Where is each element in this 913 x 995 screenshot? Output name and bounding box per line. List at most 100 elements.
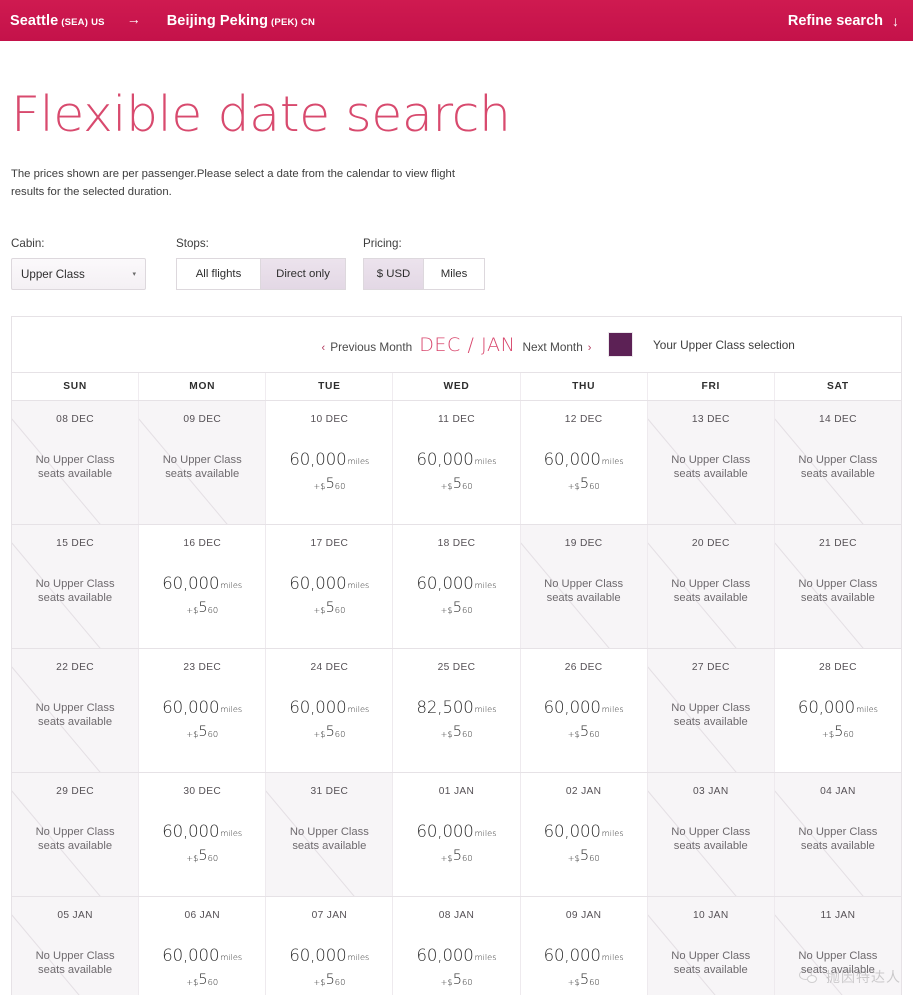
calendar-day-available[interactable]: 18 DEC 60,000miles +$560 [392,525,520,649]
calendar-day-unavailable: 08 DEC No Upper Class seats available [12,401,139,525]
calendar-day-available[interactable]: 17 DEC 60,000miles +$560 [265,525,393,649]
calendar-day-miles: 60,000miles [417,946,497,965]
stops-option-direct-only[interactable]: Direct only [261,258,346,291]
miles-value: 60,000 [797,698,856,718]
calendar-day-taxes: +$560 [544,473,624,492]
calendar-week-row: 29 DEC No Upper Class seats available 30 DE… [12,773,901,898]
miles-value: 60,000 [416,574,474,594]
unavailable-line-1: No Upper Class [798,454,878,467]
calendar-day-price: 60,000miles +$560 [289,946,369,988]
calendar-day-available[interactable]: 30 DEC 60,000miles +$560 [138,773,266,897]
calendar-day-available[interactable]: 16 DEC 60,000miles +$560 [138,525,266,649]
stops-option-all-flights[interactable]: All flights [176,258,261,291]
pricing-option-miles[interactable]: Miles [424,258,485,291]
miles-value: 60,000 [543,822,601,842]
calendar-day-unavailable: 05 JAN No Upper Class seats available [12,897,139,995]
tax-cents: 60 [843,729,854,740]
miles-unit-label: miles [601,828,624,839]
miles-unit-label: miles [220,704,243,715]
page-title: Flexible date search [11,86,511,143]
calendar-day-taxes: +$560 [289,969,369,988]
calendar-day-available[interactable]: 10 DEC 60,000miles +$560 [265,401,393,525]
calendar-day-miles: 60,000miles [162,822,242,841]
calendar-day-price: 60,000miles +$560 [544,946,624,988]
cabin-selected-value: Upper Class [21,267,85,281]
calendar-day-miles: 60,000miles [544,450,624,469]
calendar-day-available[interactable]: 11 DEC 60,000miles +$560 [392,401,520,525]
unavailable-line-2: seats available [38,840,113,853]
calendar-day-unavailable-text: No Upper Class seats available [671,949,750,977]
page-body: Flexible date search The prices shown ar… [0,89,913,995]
calendar-day-unavailable: 14 DEC No Upper Class seats available [773,401,901,525]
calendar-day-available[interactable]: 12 DEC 60,000miles +$560 [519,401,647,525]
calendar-day-date: 01 JAN [438,786,475,798]
calendar-day-available[interactable]: 08 JAN 60,000miles +$560 [392,897,520,995]
calendar-week-row: 22 DEC No Upper Class seats available 23 DE… [12,649,901,774]
calendar-day-date: 11 DEC [437,414,475,426]
calendar-day-date: 11 JAN [820,910,856,922]
calendar-day-miles: 60,000miles [417,450,497,469]
chevron-left-icon: ‹ [321,341,326,354]
filter-controls: Cabin: Upper Class ▾ Stops: All flights … [11,237,902,291]
unavailable-line-2: seats available [165,468,240,481]
miles-unit-label: miles [347,580,370,591]
calendar-day-taxes: +$560 [417,845,497,864]
calendar-day-date: 10 DEC [310,414,349,426]
miles-unit-label: miles [474,828,497,839]
calendar-day-available[interactable]: 26 DEC 60,000miles +$560 [519,649,647,773]
calendar-day-available[interactable]: 06 JAN 60,000miles +$560 [138,897,266,995]
calendar-day-available[interactable]: 09 JAN 60,000miles +$560 [519,897,647,995]
cabin-select[interactable]: Upper Class ▾ [11,258,146,291]
miles-value: 60,000 [289,574,347,594]
calendar-day-unavailable-text: No Upper Class seats available [798,577,877,605]
calendar-day-date: 18 DEC [437,538,476,550]
calendar-day-available[interactable]: 02 JAN 60,000miles +$560 [519,773,647,897]
calendar-week-row: 15 DEC No Upper Class seats available 16 DE… [12,525,901,650]
refine-search-button[interactable]: Refine search ↓ [788,13,899,29]
unavailable-line-2: seats available [673,964,748,977]
previous-month-button[interactable]: ‹ Previous Month [322,340,413,354]
calendar-day-price: 60,000miles +$560 [417,822,497,864]
unavailable-line-2: seats available [800,468,875,481]
pricing-toggle-group: $ USD Miles [363,258,553,291]
calendar-day-taxes: +$560 [162,969,242,988]
calendar-day-available[interactable]: 25 DEC 82,500miles +$560 [392,649,520,773]
calendar-day-date: 07 JAN [311,910,348,922]
tax-cents: 60 [589,977,600,988]
calendar-day-date: 10 JAN [693,910,729,922]
calendar-day-available[interactable]: 01 JAN 60,000miles +$560 [392,773,520,897]
tax-whole: 5 [198,600,208,617]
calendar-day-available[interactable]: 23 DEC 60,000miles +$560 [138,649,266,773]
calendar-day-date: 19 DEC [564,538,603,550]
calendar-day-taxes: +$560 [544,969,624,988]
miles-unit-label: miles [601,456,624,467]
miles-unit-label: miles [474,704,497,715]
calendar-day-date: 21 DEC [819,538,857,550]
unavailable-line-1: No Upper Class [671,702,751,715]
calendar-day-taxes: +$560 [289,597,369,616]
calendar-day-date: 02 JAN [565,786,602,798]
calendar-day-unavailable-text: No Upper Class seats available [290,825,369,853]
calendar-day-price: 60,000miles +$560 [544,698,624,740]
tax-currency: +$ [440,481,453,492]
calendar-day-available[interactable]: 07 JAN 60,000miles +$560 [265,897,393,995]
unavailable-line-1: No Upper Class [798,578,878,591]
unavailable-line-2: seats available [38,468,113,481]
miles-value: 60,000 [162,822,220,842]
pricing-option-usd[interactable]: $ USD [363,258,424,291]
calendar-day-taxes: +$560 [544,845,624,864]
calendar-day-unavailable-text: No Upper Class seats available [798,453,877,481]
tax-currency: +$ [186,853,199,864]
calendar-day-date: 24 DEC [310,662,349,674]
tax-currency: +$ [567,481,580,492]
tax-cents: 60 [461,605,473,616]
calendar-day-miles: 60,000miles [289,698,369,717]
calendar-day-available[interactable]: 24 DEC 60,000miles +$560 [265,649,393,773]
calendar-day-available[interactable]: 28 DEC 60,000miles +$560 [773,649,901,773]
unavailable-line-2: seats available [292,840,367,853]
next-month-button[interactable]: Next Month › [522,340,591,354]
tax-currency: +$ [186,605,199,616]
weekday-header-sat: SAT [773,373,901,401]
miles-unit-label: miles [347,456,370,467]
tax-currency: +$ [313,481,326,492]
